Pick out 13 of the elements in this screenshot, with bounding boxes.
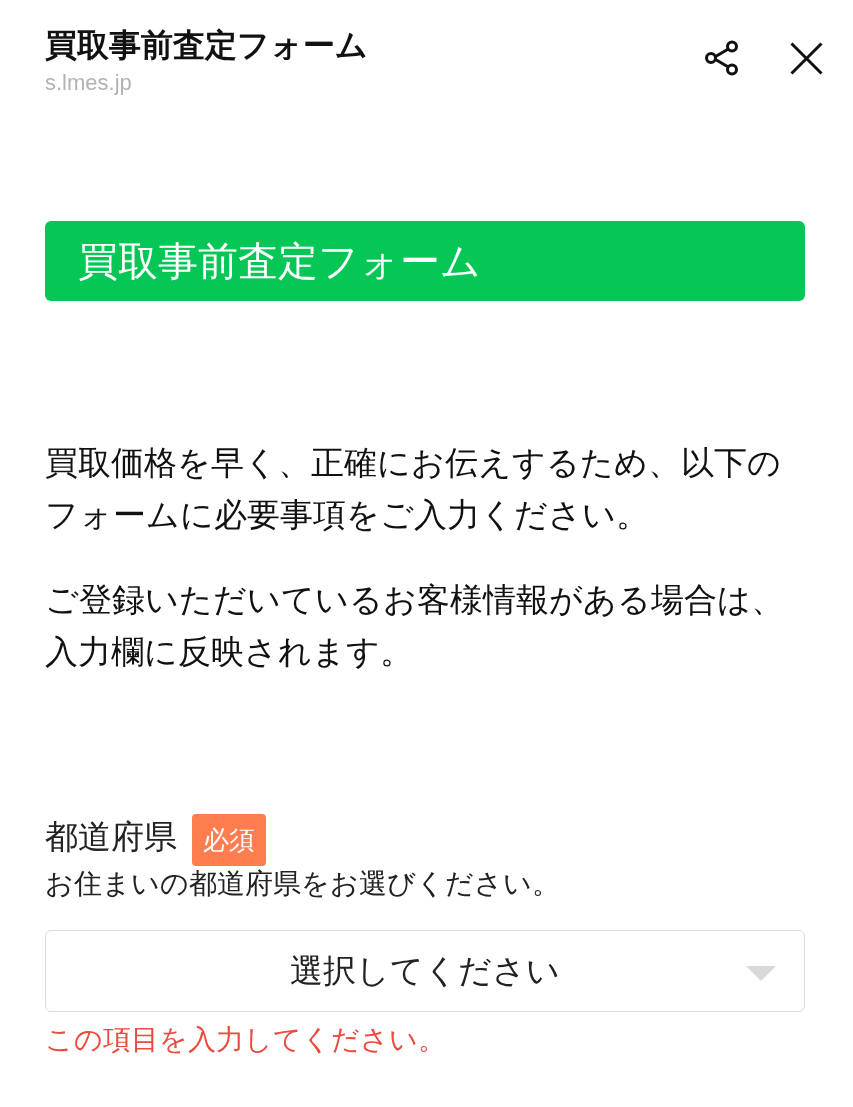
field-label: 都道府県 [45, 817, 177, 857]
error-message: この項目を入力してください。 [45, 1023, 447, 1057]
intro-paragraph: 買取価格を早く、正確にお伝えするため、以下のフォームに必要事項をご入力ください。 [45, 443, 782, 535]
close-icon[interactable] [790, 41, 823, 75]
caret-icon [746, 966, 776, 981]
share-icon[interactable] [705, 40, 738, 76]
form-banner: 買取事前査定フォーム [45, 221, 805, 301]
required-badge: 必須 [192, 814, 266, 866]
field-hint: お住まいの都道府県をお選びください。 [45, 867, 561, 901]
page-title: 買取事前査定フォーム [45, 26, 368, 65]
page-url: s.lmes.jp [45, 69, 133, 97]
intro-paragraph: ご登録いただいているお客様情報がある場合は、入力欄に反映されます。 [45, 580, 785, 672]
prefecture-select[interactable]: 選択してください [45, 930, 805, 1012]
